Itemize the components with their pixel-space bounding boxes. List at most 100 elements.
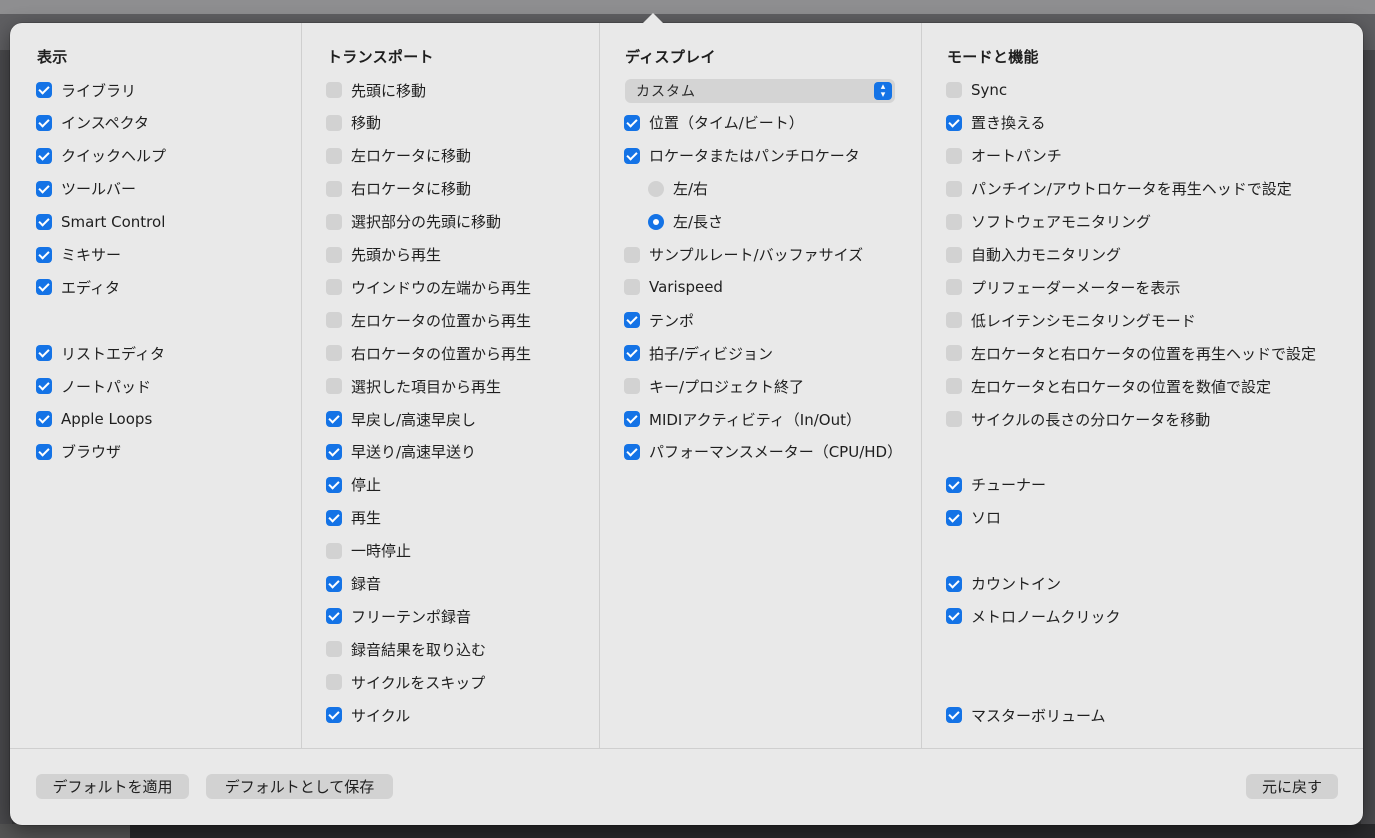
checkbox[interactable] [326,378,342,395]
checkbox[interactable] [326,147,342,164]
checkbox[interactable] [36,279,52,296]
checkbox[interactable] [624,378,640,395]
checkbox[interactable] [946,213,962,230]
checkbox[interactable] [946,246,962,263]
checkbox[interactable] [326,246,342,263]
transport-option-12[interactable]: 停止 [326,474,381,496]
checkbox[interactable] [326,279,342,296]
checkbox[interactable] [36,345,52,362]
checkbox[interactable] [326,443,342,460]
checkbox[interactable] [36,246,52,263]
checkbox[interactable] [624,411,640,427]
modes-option-7[interactable]: 低レイテンシモニタリングモード [946,309,1196,331]
display-option-2[interactable]: クイックヘルプ [36,145,166,167]
transport-option-9[interactable]: 選択した項目から再生 [326,375,501,397]
transport-option-1[interactable]: 移動 [326,112,381,134]
checkbox[interactable] [946,411,962,427]
checkbox[interactable] [326,411,342,427]
checkbox[interactable] [624,312,640,329]
transport-option-17[interactable]: 録音結果を取り込む [326,638,486,660]
lcd-option-3[interactable]: 左/長さ [648,211,723,233]
radio-button[interactable] [648,180,664,197]
transport-option-19[interactable]: サイクル [326,704,410,726]
checkbox[interactable] [326,641,342,658]
checkbox[interactable] [946,312,962,329]
transport-option-0[interactable]: 先頭に移動 [326,79,426,101]
transport-option-7[interactable]: 左ロケータの位置から再生 [326,309,531,331]
modes-option-14[interactable]: メトロノームクリック [946,605,1121,627]
checkbox[interactable] [946,180,962,197]
transport-option-16[interactable]: フリーテンポ録音 [326,605,471,627]
lcd-option-5[interactable]: Varispeed [624,276,723,298]
checkbox[interactable] [946,608,962,625]
transport-option-2[interactable]: 左ロケータに移動 [326,145,471,167]
display-option-0[interactable]: ライブラリ [36,79,136,101]
transport-option-10[interactable]: 早戻し/高速早戻し [326,408,476,430]
modes-option-3[interactable]: パンチイン/アウトロケータを再生ヘッドで設定 [946,178,1292,200]
transport-option-8[interactable]: 右ロケータの位置から再生 [326,342,531,364]
checkbox[interactable] [326,82,342,98]
modes-option-5[interactable]: 自動入力モニタリング [946,244,1121,266]
lcd-option-4[interactable]: サンプルレート/バッファサイズ [624,244,863,266]
display-option-1[interactable]: インスペクタ [36,112,149,134]
checkbox[interactable] [946,345,962,362]
checkbox[interactable] [326,213,342,230]
checkbox[interactable] [36,411,52,427]
checkbox[interactable] [624,443,640,460]
checkbox[interactable] [624,147,640,164]
transport-option-5[interactable]: 先頭から再生 [326,244,441,266]
checkbox[interactable] [946,378,962,395]
checkbox[interactable] [326,345,342,362]
transport-option-3[interactable]: 右ロケータに移動 [326,178,471,200]
checkbox[interactable] [326,509,342,526]
checkbox[interactable] [946,82,962,98]
lcd-option-6[interactable]: テンポ [624,309,694,331]
modes-option-13[interactable]: カウントイン [946,573,1061,595]
checkbox[interactable] [946,707,962,724]
save-as-defaults-button[interactable]: デフォルトとして保存 [206,774,393,799]
display-option-8[interactable]: ノートパッド [36,375,151,397]
checkbox[interactable] [36,378,52,395]
checkbox[interactable] [36,114,52,131]
checkbox[interactable] [36,180,52,197]
checkbox[interactable] [624,246,640,263]
checkbox[interactable] [946,147,962,164]
checkbox[interactable] [326,476,342,493]
transport-option-6[interactable]: ウインドウの左端から再生 [326,276,531,298]
checkbox[interactable] [326,674,342,691]
display-option-6[interactable]: エディタ [36,276,120,298]
lcd-mode-popup[interactable]: カスタム ▴ ▾ [625,79,895,103]
checkbox[interactable] [624,345,640,362]
checkbox[interactable] [326,180,342,197]
modes-option-11[interactable]: チューナー [946,474,1046,496]
transport-option-18[interactable]: サイクルをスキップ [326,671,485,693]
checkbox[interactable] [36,213,52,230]
modes-option-12[interactable]: ソロ [946,507,1001,529]
transport-option-11[interactable]: 早送り/高速早送り [326,441,476,463]
modes-option-8[interactable]: 左ロケータと右ロケータの位置を再生ヘッドで設定 [946,342,1316,364]
modes-option-6[interactable]: プリフェーダーメーターを表示 [946,276,1180,298]
lcd-option-10[interactable]: パフォーマンスメーター（CPU/HD） [624,441,902,463]
transport-option-4[interactable]: 選択部分の先頭に移動 [326,211,501,233]
checkbox[interactable] [326,575,342,592]
lcd-option-2[interactable]: 左/右 [648,178,708,200]
checkbox[interactable] [326,542,342,559]
transport-option-13[interactable]: 再生 [326,507,381,529]
revert-button[interactable]: 元に戻す [1246,774,1338,799]
checkbox[interactable] [36,82,52,98]
radio-button[interactable] [648,213,664,230]
modes-option-15[interactable]: マスターボリューム [946,704,1106,726]
display-option-4[interactable]: Smart Control [36,211,165,233]
checkbox[interactable] [946,476,962,493]
display-option-7[interactable]: リストエディタ [36,342,165,364]
checkbox[interactable] [36,443,52,460]
display-option-5[interactable]: ミキサー [36,244,121,266]
checkbox[interactable] [326,707,342,724]
checkbox[interactable] [946,279,962,296]
modes-option-10[interactable]: サイクルの長さの分ロケータを移動 [946,408,1210,430]
apply-defaults-button[interactable]: デフォルトを適用 [36,774,189,799]
checkbox[interactable] [36,147,52,164]
lcd-option-9[interactable]: MIDIアクティビティ（In/Out） [624,408,861,430]
lcd-option-1[interactable]: ロケータまたはパンチロケータ [624,145,860,167]
checkbox[interactable] [624,114,640,131]
